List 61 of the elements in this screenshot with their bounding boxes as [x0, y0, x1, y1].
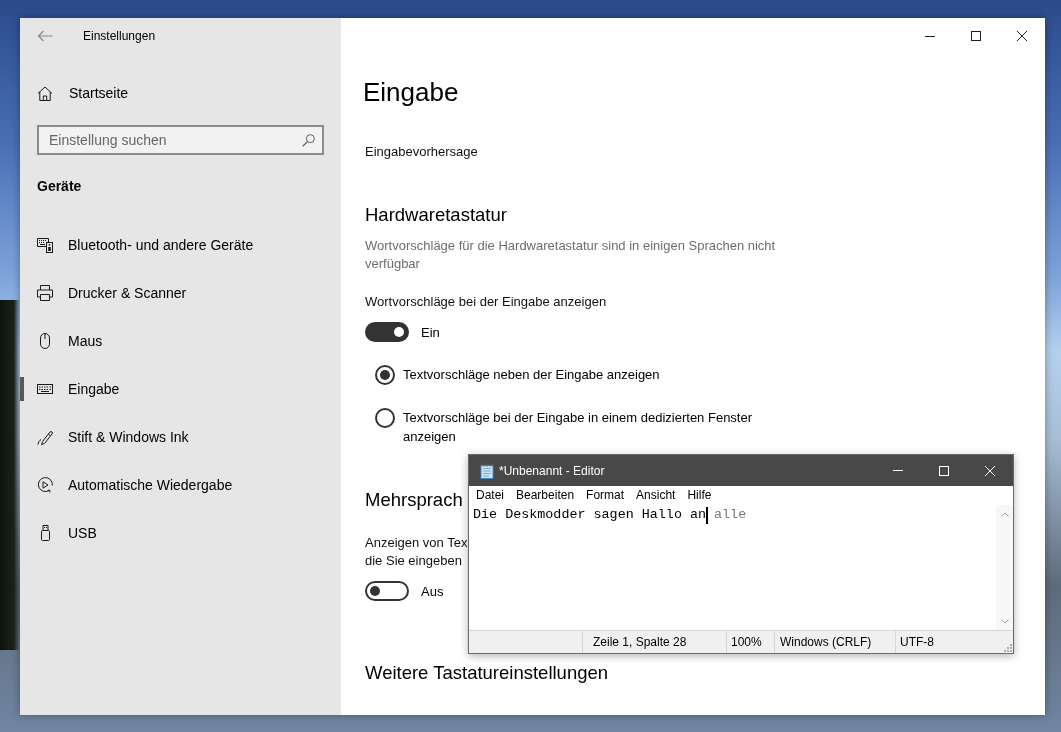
- devices-icon: [37, 237, 53, 253]
- toggle-state-label: Ein: [421, 324, 440, 340]
- pen-icon: [37, 429, 53, 445]
- cursor-position: Zeile 1, Spalte 28: [593, 635, 687, 649]
- menu-item[interactable]: Format: [580, 486, 631, 505]
- menu-item[interactable]: Datei: [470, 486, 510, 505]
- search-icon: [302, 134, 315, 147]
- nav-item[interactable]: Maus: [20, 317, 341, 365]
- radio-label[interactable]: Textvorschläge bei der Eingabe in einem dedizierten Fenster anzeigen: [403, 408, 793, 446]
- setting-label: Wortvorschläge bei der Eingabe anzeigen: [365, 293, 607, 311]
- nav-item[interactable]: Stift & Windows Ink: [20, 413, 341, 461]
- back-arrow-icon: [37, 30, 53, 42]
- setting-label: Anzeigen von Tex die Sie eingeben: [365, 534, 468, 570]
- nav-item[interactable]: Automatische Wiedergabe: [20, 461, 341, 509]
- text-cursor-icon: [706, 506, 709, 524]
- radio-label[interactable]: Textvorschläge neben der Eingabe anzeigen: [403, 365, 793, 384]
- vertical-scrollbar[interactable]: [996, 505, 1013, 630]
- window-title: Einstellungen: [83, 29, 156, 43]
- printer-icon: [37, 285, 53, 301]
- notepad-icon: [480, 462, 494, 479]
- setting-label: Eingabevorhersage: [365, 143, 478, 161]
- section-heading: Hardwaretastatur: [365, 203, 507, 227]
- text-editor[interactable]: Die Deskmodder sagen Hallo an alle: [469, 505, 996, 630]
- setting-description: Wortvorschläge für die Hardwaretastatur sind in einigen Sprachen nicht verfügbar: [365, 237, 777, 273]
- section-heading: Mehrsprach: [365, 488, 463, 512]
- chevron-up-icon: [1000, 512, 1009, 517]
- close-icon: [1017, 31, 1027, 41]
- keyboard-icon: [37, 384, 53, 394]
- suggestion-text: alle: [714, 506, 747, 524]
- nav-item[interactable]: Drucker & Scanner: [20, 269, 341, 317]
- section-heading: Weitere Tastatureinstellungen: [365, 661, 609, 685]
- chevron-down-icon: [1000, 619, 1009, 624]
- page-title: Eingabe: [362, 76, 460, 109]
- toggle-switch[interactable]: [365, 322, 409, 342]
- resize-grip-icon: [1003, 643, 1012, 652]
- toggle-state-label: Aus: [421, 583, 444, 599]
- usb-stick-icon: [40, 525, 50, 541]
- home-icon: [37, 85, 53, 101]
- section-title: Geräte: [36, 177, 83, 196]
- nav-item[interactable]: Bluetooth- und andere Geräte: [20, 221, 341, 269]
- maximize-icon: [971, 31, 981, 41]
- window-title: *Unbenannt - Editor: [499, 463, 605, 478]
- search-field[interactable]: Einstellung suchen: [37, 125, 324, 155]
- menu-item[interactable]: Ansicht: [630, 486, 682, 505]
- toggle-switch[interactable]: [365, 581, 409, 601]
- mouse-icon: [40, 333, 50, 349]
- text-encoding: UTF-8: [900, 635, 934, 649]
- line-ending-type: Windows (CRLF): [780, 635, 872, 649]
- radio-button[interactable]: [375, 365, 395, 385]
- minimize-icon: [925, 35, 935, 37]
- typed-text: Die Deskmodder sagen Hallo an: [473, 506, 707, 524]
- home-link[interactable]: Startseite: [20, 75, 341, 111]
- zoom-level: 100%: [731, 635, 762, 649]
- radio-button[interactable]: [375, 408, 395, 428]
- menu-item[interactable]: Bearbeiten: [510, 486, 581, 505]
- play-circle-icon: [37, 477, 53, 493]
- menu-item[interactable]: Hilfe: [681, 486, 718, 505]
- maximize-icon: [939, 465, 949, 476]
- close-icon: [985, 465, 995, 476]
- nav-item[interactable]: USB: [20, 509, 341, 557]
- minimize-icon: [893, 470, 903, 471]
